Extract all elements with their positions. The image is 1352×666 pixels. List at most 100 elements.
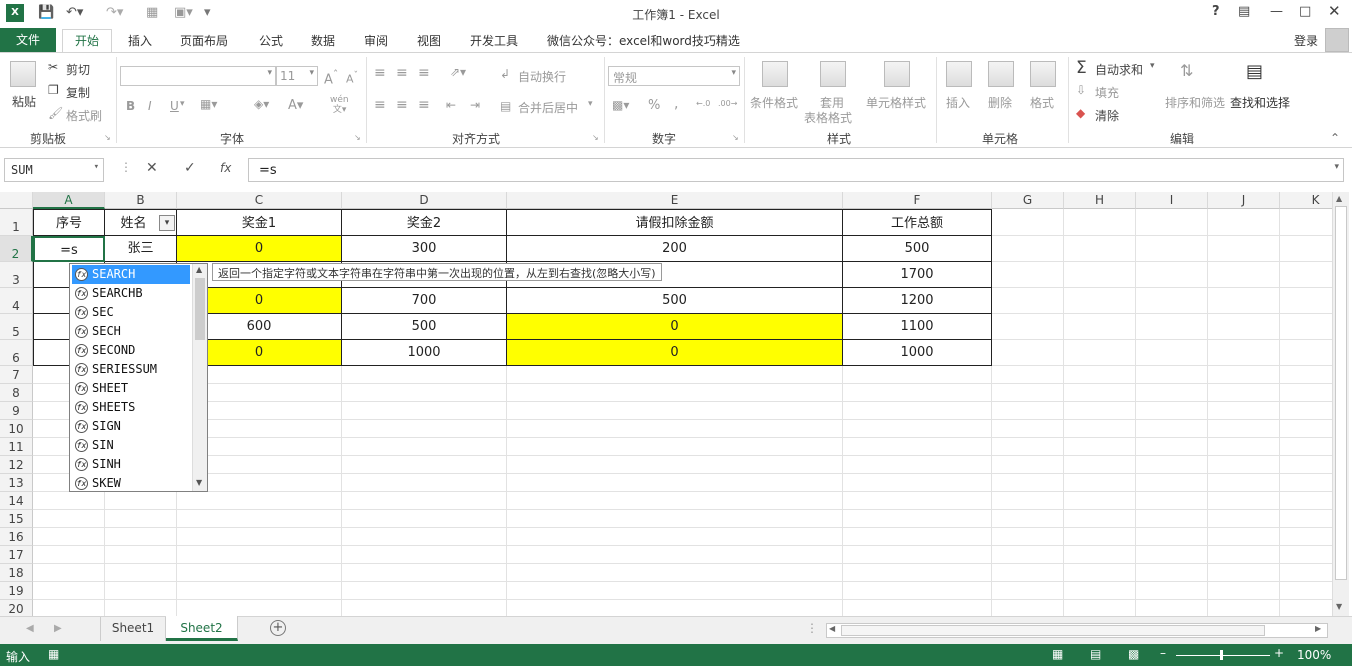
wrap-text-button[interactable]: 自动换行 bbox=[518, 68, 566, 85]
fill-button[interactable]: 填充 bbox=[1095, 84, 1119, 101]
clipboard-launcher-icon[interactable]: ↘ bbox=[104, 133, 111, 142]
empty-cell[interactable] bbox=[507, 492, 843, 510]
empty-cell[interactable] bbox=[992, 402, 1064, 420]
vscroll-down-icon[interactable]: ▼ bbox=[1336, 602, 1342, 611]
empty-cell[interactable] bbox=[1136, 314, 1208, 340]
empty-cell[interactable] bbox=[1280, 438, 1332, 456]
confirm-entry-icon[interactable]: ✓ bbox=[184, 160, 196, 176]
tab-view[interactable]: 视图 bbox=[417, 32, 441, 49]
hscroll-right-icon[interactable]: ▶ bbox=[1315, 624, 1321, 633]
alignment-launcher-icon[interactable]: ↘ bbox=[592, 133, 599, 142]
increase-decimal-icon[interactable]: ←.0 bbox=[696, 99, 710, 108]
autocomplete-item[interactable]: fx SIN bbox=[72, 436, 190, 455]
hscroll-left-icon[interactable]: ◀ bbox=[829, 624, 835, 633]
empty-cell[interactable] bbox=[507, 582, 843, 600]
empty-cell[interactable] bbox=[177, 564, 342, 582]
empty-cell[interactable] bbox=[507, 564, 843, 582]
empty-cell[interactable] bbox=[507, 456, 843, 474]
empty-cell[interactable] bbox=[1280, 600, 1332, 616]
merge-center-icon[interactable]: ▤ bbox=[500, 99, 511, 113]
empty-cell[interactable] bbox=[33, 492, 105, 510]
empty-cell[interactable] bbox=[1136, 600, 1208, 616]
table-cell[interactable]: 1000 bbox=[843, 340, 992, 366]
empty-cell[interactable] bbox=[177, 600, 342, 616]
row-header[interactable]: 16 bbox=[0, 528, 33, 546]
empty-cell[interactable] bbox=[342, 456, 507, 474]
macro-record-icon[interactable]: ▦ bbox=[48, 647, 59, 661]
zoom-slider-thumb[interactable] bbox=[1220, 650, 1223, 660]
col-header-g[interactable]: G bbox=[992, 192, 1064, 209]
tab-home[interactable]: 开始 bbox=[62, 29, 112, 53]
empty-cell[interactable] bbox=[1280, 492, 1332, 510]
empty-cell[interactable] bbox=[33, 546, 105, 564]
empty-cell[interactable] bbox=[1280, 474, 1332, 492]
empty-cell[interactable] bbox=[843, 564, 992, 582]
cut-icon[interactable]: ✂ bbox=[48, 60, 58, 74]
empty-cell[interactable] bbox=[843, 456, 992, 474]
empty-cell[interactable] bbox=[1136, 402, 1208, 420]
empty-cell[interactable] bbox=[1136, 438, 1208, 456]
empty-cell[interactable] bbox=[992, 528, 1064, 546]
empty-cell[interactable] bbox=[1208, 438, 1280, 456]
autocomplete-item[interactable]: fx SERIESSUM bbox=[72, 360, 190, 379]
empty-cell[interactable] bbox=[843, 546, 992, 564]
table-cell[interactable]: 0 bbox=[507, 340, 843, 366]
table-header-cell[interactable]: 序号 bbox=[33, 209, 105, 236]
page-layout-view-icon[interactable]: ▤ bbox=[1090, 647, 1101, 661]
insert-cells-button[interactable]: 插入 bbox=[946, 94, 970, 111]
tab-page-layout[interactable]: 页面布局 bbox=[180, 32, 228, 49]
autocomplete-item[interactable]: fx SINH bbox=[72, 455, 190, 474]
insert-function-icon[interactable]: fx bbox=[220, 161, 231, 175]
tab-file[interactable]: 文件 bbox=[0, 28, 56, 52]
empty-cell[interactable] bbox=[33, 600, 105, 616]
maximize-button[interactable]: □ bbox=[1299, 4, 1311, 19]
empty-cell[interactable] bbox=[1208, 528, 1280, 546]
page-break-view-icon[interactable]: ▩ bbox=[1128, 647, 1139, 661]
empty-cell[interactable] bbox=[1136, 420, 1208, 438]
align-middle-icon[interactable]: ≡ bbox=[396, 65, 408, 81]
find-select-icon[interactable]: ▤ bbox=[1246, 61, 1263, 82]
empty-cell[interactable] bbox=[1280, 236, 1332, 262]
row-header[interactable]: 8 bbox=[0, 384, 33, 402]
align-right-icon[interactable]: ≡ bbox=[418, 97, 430, 113]
empty-cell[interactable] bbox=[1064, 492, 1136, 510]
empty-cell[interactable] bbox=[1064, 314, 1136, 340]
grow-font-button[interactable]: Aˆ bbox=[324, 68, 338, 87]
find-select-button[interactable]: 查找和选择 bbox=[1230, 94, 1290, 111]
paste-button[interactable]: 粘贴 bbox=[12, 93, 36, 110]
empty-cell[interactable] bbox=[1064, 510, 1136, 528]
empty-cell[interactable] bbox=[1136, 262, 1208, 288]
scroll-down-icon[interactable]: ▼ bbox=[196, 478, 202, 487]
tab-formulas[interactable]: 公式 bbox=[259, 32, 283, 49]
row-header[interactable]: 19 bbox=[0, 582, 33, 600]
empty-cell[interactable] bbox=[342, 402, 507, 420]
phonetic-icon[interactable]: wén 文▾ bbox=[330, 95, 349, 115]
empty-cell[interactable] bbox=[1064, 402, 1136, 420]
empty-cell[interactable] bbox=[342, 438, 507, 456]
increase-indent-icon[interactable]: ⇥ bbox=[470, 98, 480, 112]
col-header-j[interactable]: J bbox=[1208, 192, 1280, 209]
empty-cell[interactable] bbox=[992, 438, 1064, 456]
empty-cell[interactable] bbox=[105, 564, 177, 582]
col-header-c[interactable]: C bbox=[177, 192, 342, 209]
comma-button[interactable]: , bbox=[674, 96, 678, 112]
fill-color-icon[interactable]: ◈▾ bbox=[254, 97, 269, 111]
empty-cell[interactable] bbox=[1064, 456, 1136, 474]
empty-cell[interactable] bbox=[1208, 314, 1280, 340]
empty-cell[interactable] bbox=[1280, 288, 1332, 314]
empty-cell[interactable] bbox=[1280, 384, 1332, 402]
empty-cell[interactable] bbox=[992, 492, 1064, 510]
autocomplete-item[interactable]: fx SIGN bbox=[72, 417, 190, 436]
percent-button[interactable]: % bbox=[648, 98, 660, 113]
tab-split-grip-icon[interactable]: ⋮ bbox=[806, 621, 818, 635]
row-header[interactable]: 5 bbox=[0, 314, 33, 340]
row-header[interactable]: 14 bbox=[0, 492, 33, 510]
table-cell[interactable]: 张三 bbox=[105, 236, 177, 262]
function-autocomplete[interactable]: fx SEARCH fx SEARCHB fx SEC fx SECH fx SECOND fx SE… bbox=[69, 263, 208, 492]
table-cell[interactable]: 500 bbox=[342, 314, 507, 340]
empty-cell[interactable] bbox=[1208, 340, 1280, 366]
empty-cell[interactable] bbox=[507, 474, 843, 492]
table-header-cell[interactable]: 请假扣除金额 bbox=[507, 209, 843, 236]
empty-cell[interactable] bbox=[1136, 209, 1208, 236]
autocomplete-item[interactable]: fx SECH bbox=[72, 322, 190, 341]
